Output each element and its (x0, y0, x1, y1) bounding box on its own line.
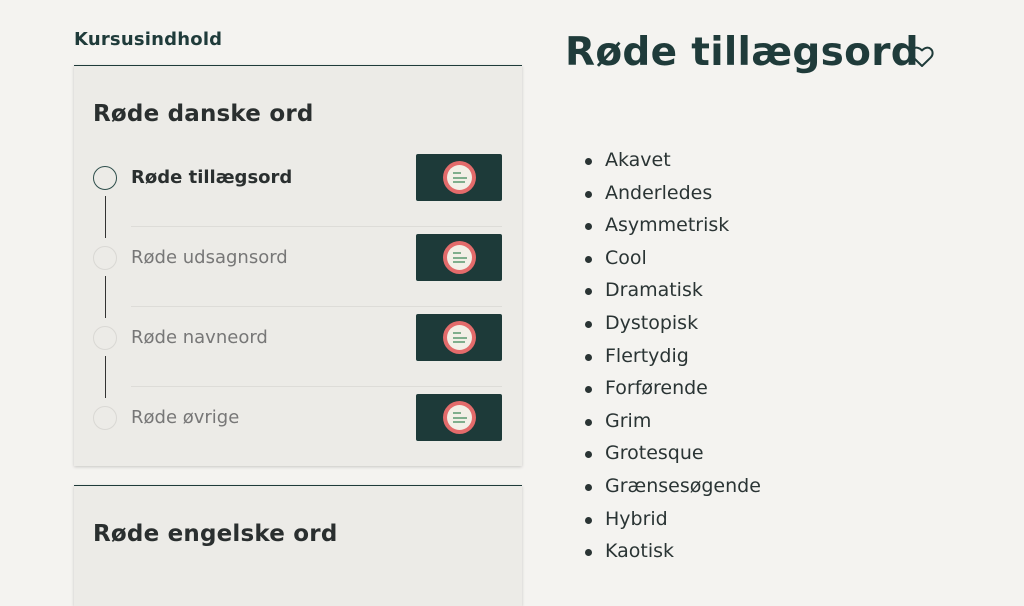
section-title: Røde danske ord (93, 101, 314, 127)
lesson-thumbnail[interactable] (416, 394, 502, 441)
list-item: Grim (585, 405, 761, 438)
lesson-label[interactable]: Røde øvrige (131, 406, 239, 430)
list-item: Dramatisk (585, 274, 761, 307)
page-title: Røde tillægsord (565, 30, 919, 75)
heart-outline-icon[interactable] (910, 46, 934, 68)
list-item: Kaotisk (585, 535, 761, 568)
divider (131, 226, 502, 227)
course-badge-icon (443, 161, 476, 194)
list-item: Hybrid (585, 503, 761, 536)
course-badge-icon (443, 241, 476, 274)
course-badge-icon (443, 401, 476, 434)
list-item: Flertydig (585, 340, 761, 373)
lesson-thumbnail[interactable] (416, 314, 502, 361)
list-item: Cool (585, 242, 761, 275)
word-list: Akavet Anderledes Asymmetrisk Cool Drama… (585, 144, 761, 568)
divider (131, 386, 502, 387)
step-connector (105, 356, 106, 398)
list-item: Grotesque (585, 437, 761, 470)
list-item: Forførende (585, 372, 761, 405)
progress-circle-icon (93, 246, 117, 270)
section-card-english: Røde engelske ord (74, 485, 522, 606)
section-card-danish: Røde danske ord Røde tillægsord Røde uds… (74, 65, 522, 466)
list-item: Anderledes (585, 177, 761, 210)
list-item: Grænsesøgende (585, 470, 761, 503)
list-item: Dystopisk (585, 307, 761, 340)
divider (131, 306, 502, 307)
progress-circle-icon (93, 326, 117, 350)
course-badge-icon (443, 321, 476, 354)
list-item: Akavet (585, 144, 761, 177)
lesson-label[interactable]: Røde udsagnsord (131, 246, 288, 270)
progress-circle-icon (93, 166, 117, 190)
progress-circle-icon (93, 406, 117, 430)
lesson-thumbnail[interactable] (416, 154, 502, 201)
step-connector (105, 276, 106, 318)
list-item: Asymmetrisk (585, 209, 761, 242)
lesson-item-oevrige[interactable]: Røde øvrige (74, 394, 522, 486)
step-connector (105, 196, 106, 238)
lesson-label[interactable]: Røde navneord (131, 326, 268, 350)
lesson-thumbnail[interactable] (416, 234, 502, 281)
course-content-heading: Kursusindhold (74, 29, 223, 50)
section-title: Røde engelske ord (93, 521, 338, 547)
lesson-label[interactable]: Røde tillægsord (131, 166, 292, 190)
